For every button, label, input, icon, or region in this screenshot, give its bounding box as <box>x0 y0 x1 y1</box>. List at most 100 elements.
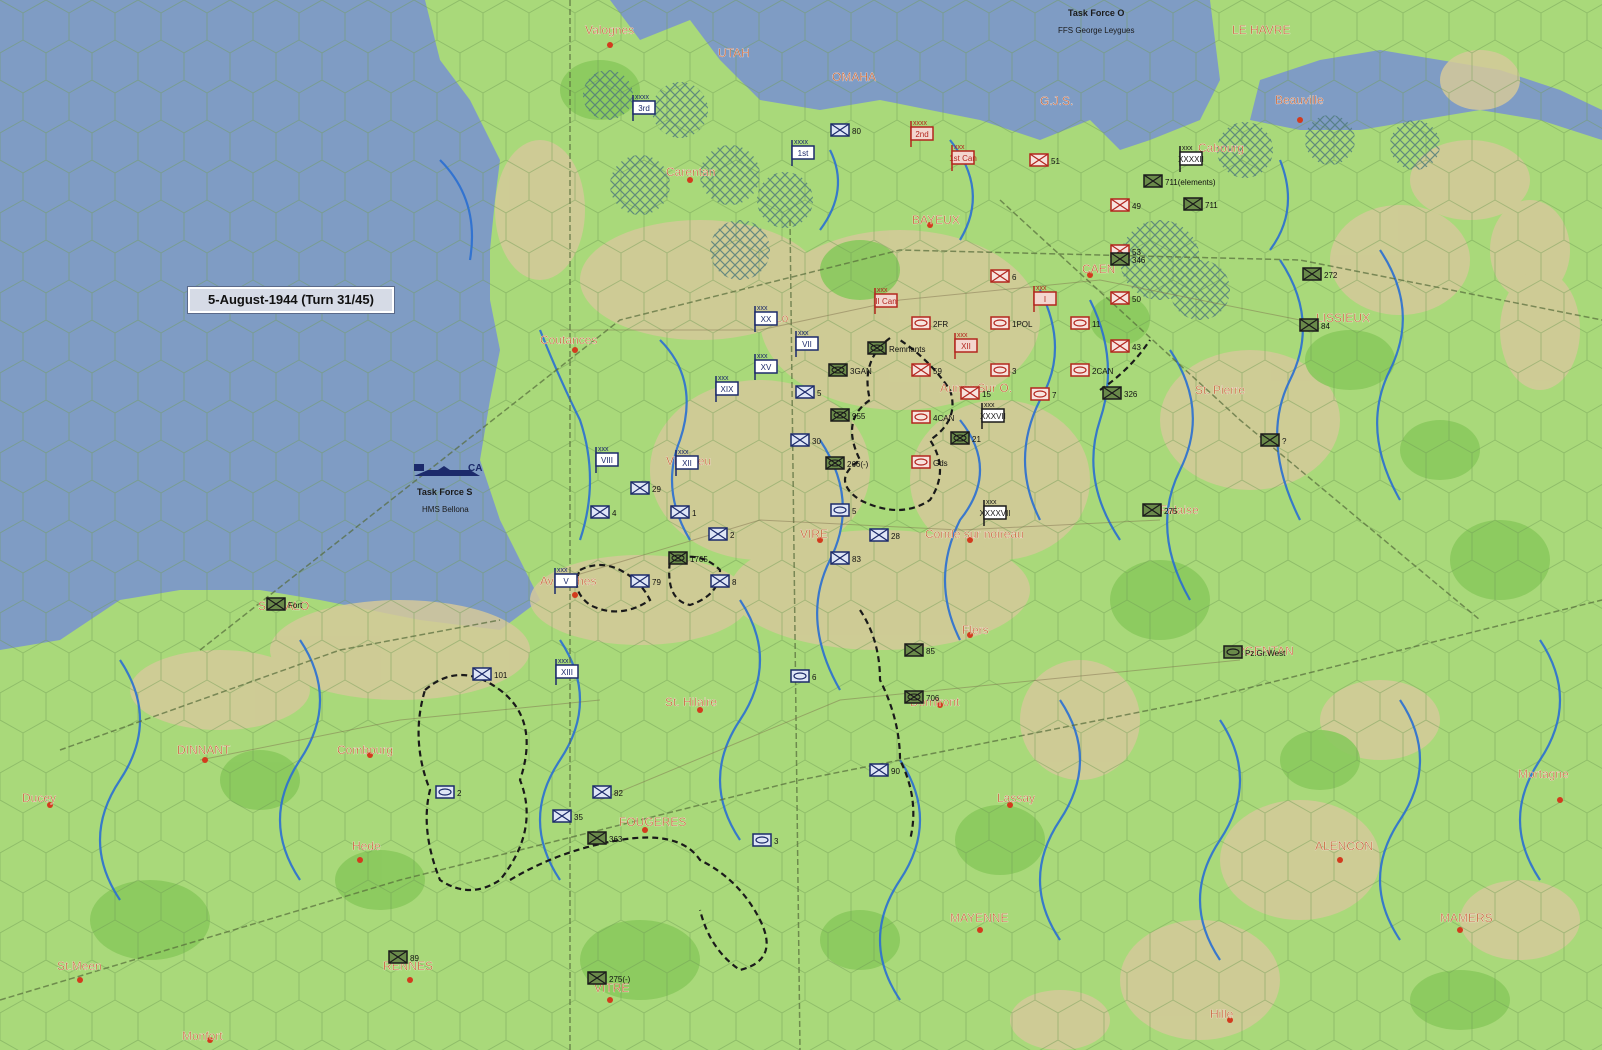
unit-label: 28 <box>891 532 900 541</box>
task-force-ship: HMS Bellona <box>422 505 469 514</box>
town-label: St. Pierre <box>1195 383 1245 397</box>
unit-label: XX <box>761 315 772 324</box>
echelon-icon: xxx <box>598 446 609 453</box>
town-label: ALENCON <box>1315 839 1373 853</box>
town-label: Carentan <box>666 165 715 179</box>
unit-label: V <box>563 577 569 586</box>
unit-label: 3rd <box>638 104 650 113</box>
unit-label: XV <box>761 363 772 372</box>
unit-label: Fort <box>288 601 303 610</box>
echelon-icon: xxxx <box>794 139 809 146</box>
unit-label: 85 <box>926 647 935 656</box>
unit-label: 1st <box>798 149 809 158</box>
unit-label: 11 <box>1092 320 1101 329</box>
town-label: BAYEUX <box>912 213 960 227</box>
town-label: Cabourg <box>1198 141 1244 155</box>
unit-label: 275(-) <box>609 975 631 984</box>
unit-label: 101 <box>494 671 508 680</box>
unit-label: 326 <box>1124 390 1138 399</box>
unit-label: 89 <box>410 954 419 963</box>
echelon-icon: xxx <box>557 567 568 574</box>
unit-label: 4CAN <box>933 414 955 423</box>
echelon-icon: xxx <box>798 330 809 337</box>
town-label: Ducey <box>22 791 56 805</box>
echelon-icon: xxx <box>984 402 995 409</box>
unit-label: 30 <box>812 437 821 446</box>
battle-map[interactable]: Valognes UTAH OMAHA G.J.S. LE HAVRE Beau… <box>0 0 1602 1050</box>
echelon-icon: xxx <box>954 144 965 151</box>
unit-label: XXXVII <box>980 412 1006 421</box>
echelon-icon: xxx <box>986 499 997 506</box>
unit-label: 272 <box>1324 271 1338 280</box>
unit-label: II Can <box>875 297 896 306</box>
ship-type-label: CA <box>468 463 482 474</box>
unit-label: Gds <box>933 459 948 468</box>
unit-label: 711(elements) <box>1165 178 1216 187</box>
task-force-title: Task Force S <box>417 487 472 497</box>
unit-label: 59 <box>933 367 942 376</box>
unit-label: 80 <box>852 127 861 136</box>
unit-label: 266(-) <box>847 460 869 469</box>
unit-label: VIII <box>601 456 613 465</box>
unit-label: 1POL <box>1012 320 1033 329</box>
unit-label: 1st Can <box>949 154 977 163</box>
unit-label: 29 <box>652 485 661 494</box>
unit-label: 1765 <box>690 555 708 564</box>
unit-label: 15 <box>982 390 991 399</box>
unit-label: 2FR <box>933 320 948 329</box>
unit-label: 2 <box>457 789 462 798</box>
town-label: Lassay <box>997 791 1035 805</box>
town-label: Hille <box>1210 1007 1234 1021</box>
unit-label: 2nd <box>915 130 928 139</box>
unit-label: 90 <box>891 767 900 776</box>
unit-label: VII <box>802 340 812 349</box>
flag-icon <box>414 464 424 471</box>
echelon-icon: xxxx <box>635 94 650 101</box>
unit-label: 2CAN <box>1092 367 1114 376</box>
town-label: St.Meen <box>57 959 102 973</box>
unit-label: 21 <box>972 435 981 444</box>
town-label: G.J.S. <box>1040 94 1073 108</box>
unit-label: 4 <box>612 509 617 518</box>
echelon-icon: xxx <box>1182 145 1193 152</box>
unit-label: 49 <box>1132 202 1141 211</box>
unit-label: 3 <box>1012 367 1017 376</box>
unit-label: 3 <box>774 837 779 846</box>
unit-label: 1 <box>692 509 697 518</box>
unit-label: 50 <box>1132 295 1141 304</box>
unit-label: 3GAN <box>850 367 872 376</box>
unit-label: 83 <box>852 555 861 564</box>
unit-label: ? <box>1282 437 1287 446</box>
town-label: LE HAVRE <box>1232 23 1290 37</box>
unit-label: Remnants <box>889 345 925 354</box>
town-label: DINNANT <box>177 743 231 757</box>
unit-label: 82 <box>614 789 623 798</box>
unit-label: 5 <box>852 507 857 516</box>
town-label: Conde sur noireau <box>925 527 1024 541</box>
town-label: Valognes <box>585 23 634 37</box>
town-label: St. Hilaire <box>665 695 717 709</box>
town-label: Coutances <box>540 333 597 347</box>
unit-label: 51 <box>1051 157 1060 166</box>
unit-label: 955 <box>852 412 866 421</box>
unit-label: 8 <box>732 578 737 587</box>
town-label: VIRE <box>800 527 828 541</box>
town-label: UTAH <box>718 46 750 60</box>
town-label: MAMERS <box>1440 911 1493 925</box>
town-label: FOUGERES <box>619 815 686 829</box>
unit-label: 6 <box>1012 273 1017 282</box>
echelon-icon: xxx <box>1036 285 1047 292</box>
echelon-icon: xxx <box>558 658 569 665</box>
town-label: Combourg <box>337 743 393 757</box>
unit-label: Pz.Gr.West <box>1245 649 1286 658</box>
unit-label: 84 <box>1321 322 1330 331</box>
unit-label: XIX <box>721 385 735 394</box>
town-label: Flers <box>962 623 989 637</box>
unit-label: XXXXVII <box>979 509 1010 518</box>
unit-label: 6 <box>812 673 817 682</box>
unit-label: 7 <box>1052 391 1057 400</box>
echelon-icon: xxx <box>957 332 968 339</box>
task-force-title: Task Force O <box>1068 8 1124 18</box>
echelon-icon: xxx <box>678 449 689 456</box>
unit-label: XIII <box>561 668 573 677</box>
